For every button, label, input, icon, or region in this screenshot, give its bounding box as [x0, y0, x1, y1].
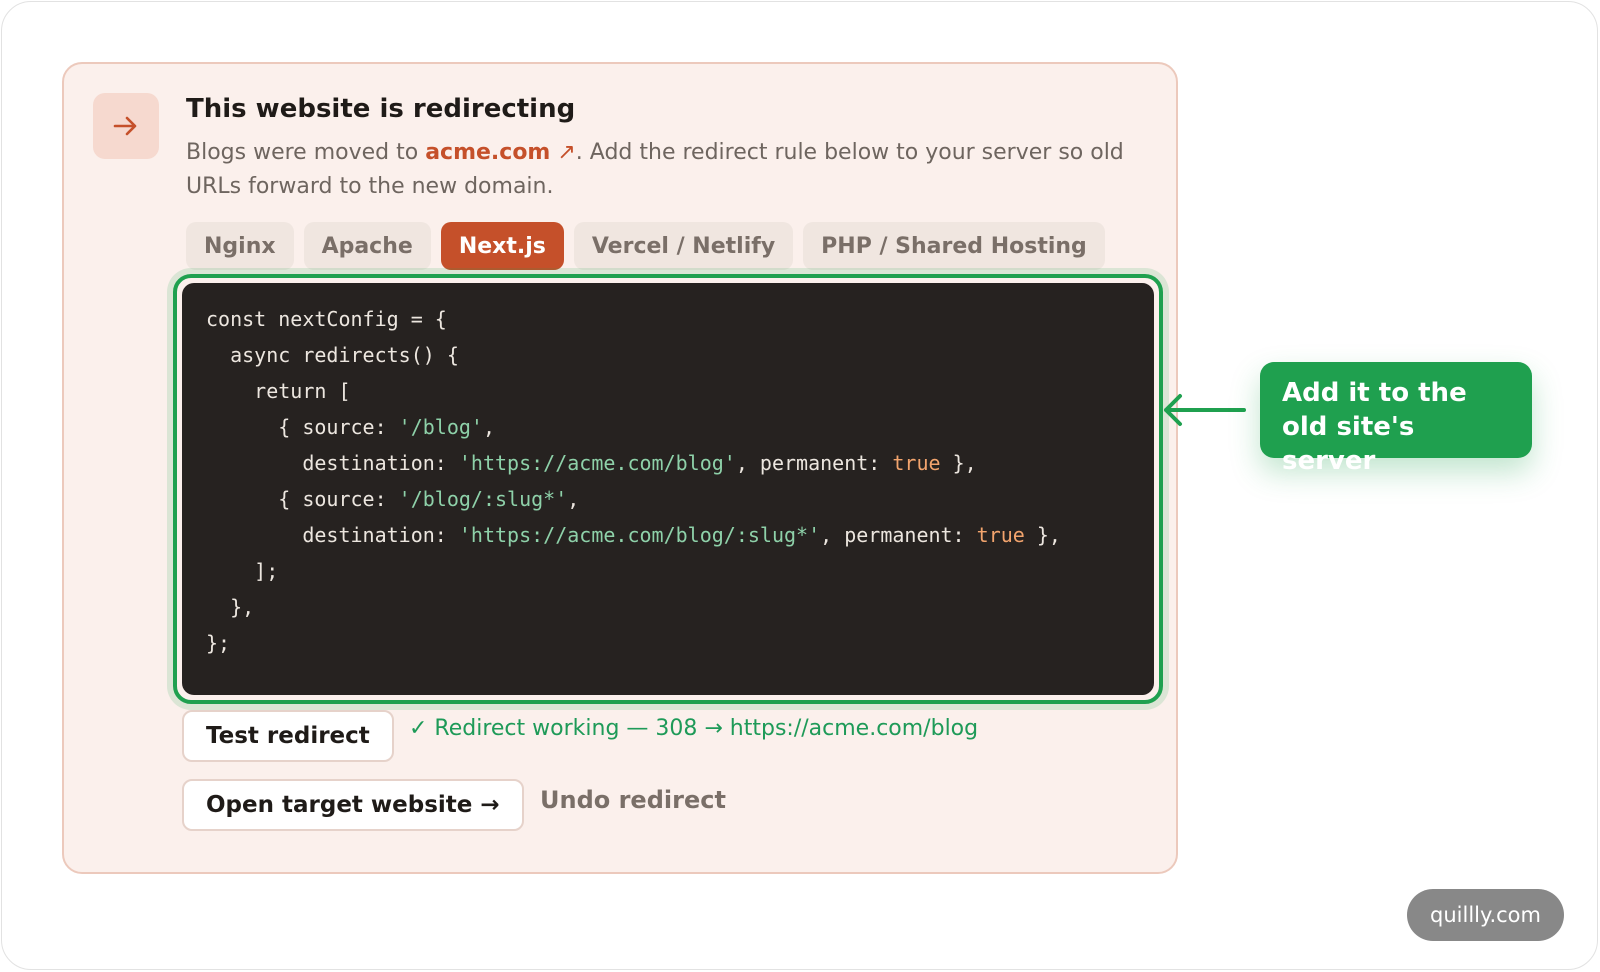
redirect-status: ✓ Redirect working — 308 → https://acme.… [409, 716, 979, 741]
code-highlight-frame: const nextConfig = { async redirects() {… [173, 274, 1163, 704]
callout-arrow-icon [1164, 394, 1246, 426]
external-link-icon[interactable]: ↗ [550, 140, 575, 165]
panel-title: This website is redirecting [186, 94, 576, 124]
code-line: async redirects() { [206, 343, 459, 367]
description-text-before: Blogs were moved to [186, 140, 426, 165]
redirect-panel: This website is redirecting Blogs were m… [62, 62, 1178, 874]
tab-nextjs[interactable]: Next.js [440, 222, 564, 270]
watermark-badge: quillly.com [1407, 889, 1564, 941]
tab-vercel-netlify[interactable]: Vercel / Netlify [573, 222, 794, 270]
panel-description: Blogs were moved to acme.com ↗. Add the … [186, 136, 1146, 204]
code-line: { source: '/blog/:slug*', [206, 487, 580, 511]
code-line: return [ [206, 379, 351, 403]
code-line: destination: 'https://acme.com/blog/:slu… [206, 523, 1061, 547]
callout-note: Add it to the old site's server [1260, 362, 1532, 476]
code-line: }, [206, 595, 255, 619]
code-block[interactable]: const nextConfig = { async redirects() {… [182, 283, 1154, 695]
tab-nginx[interactable]: Nginx [186, 222, 294, 270]
test-redirect-button[interactable]: Test redirect [182, 710, 394, 762]
undo-redirect-button[interactable]: Undo redirect [540, 786, 726, 814]
code-line: }; [206, 631, 231, 655]
code-line: ]; [206, 559, 279, 583]
server-tabs: Nginx Apache Next.js Vercel / Netlify PH… [186, 222, 1105, 270]
arrow-right-icon [93, 93, 159, 159]
code-line: { source: '/blog', [206, 415, 495, 439]
tab-php-shared-hosting[interactable]: PHP / Shared Hosting [803, 222, 1105, 270]
tab-apache[interactable]: Apache [303, 222, 431, 270]
callout-line-1: Add it to the [1282, 378, 1467, 408]
callout-line-2: old site's server [1282, 412, 1415, 476]
open-target-website-button[interactable]: Open target website → [182, 779, 524, 831]
code-line: const nextConfig = { [206, 307, 447, 331]
target-domain-link[interactable]: acme.com [425, 140, 550, 165]
code-line: destination: 'https://acme.com/blog', pe… [206, 451, 977, 475]
